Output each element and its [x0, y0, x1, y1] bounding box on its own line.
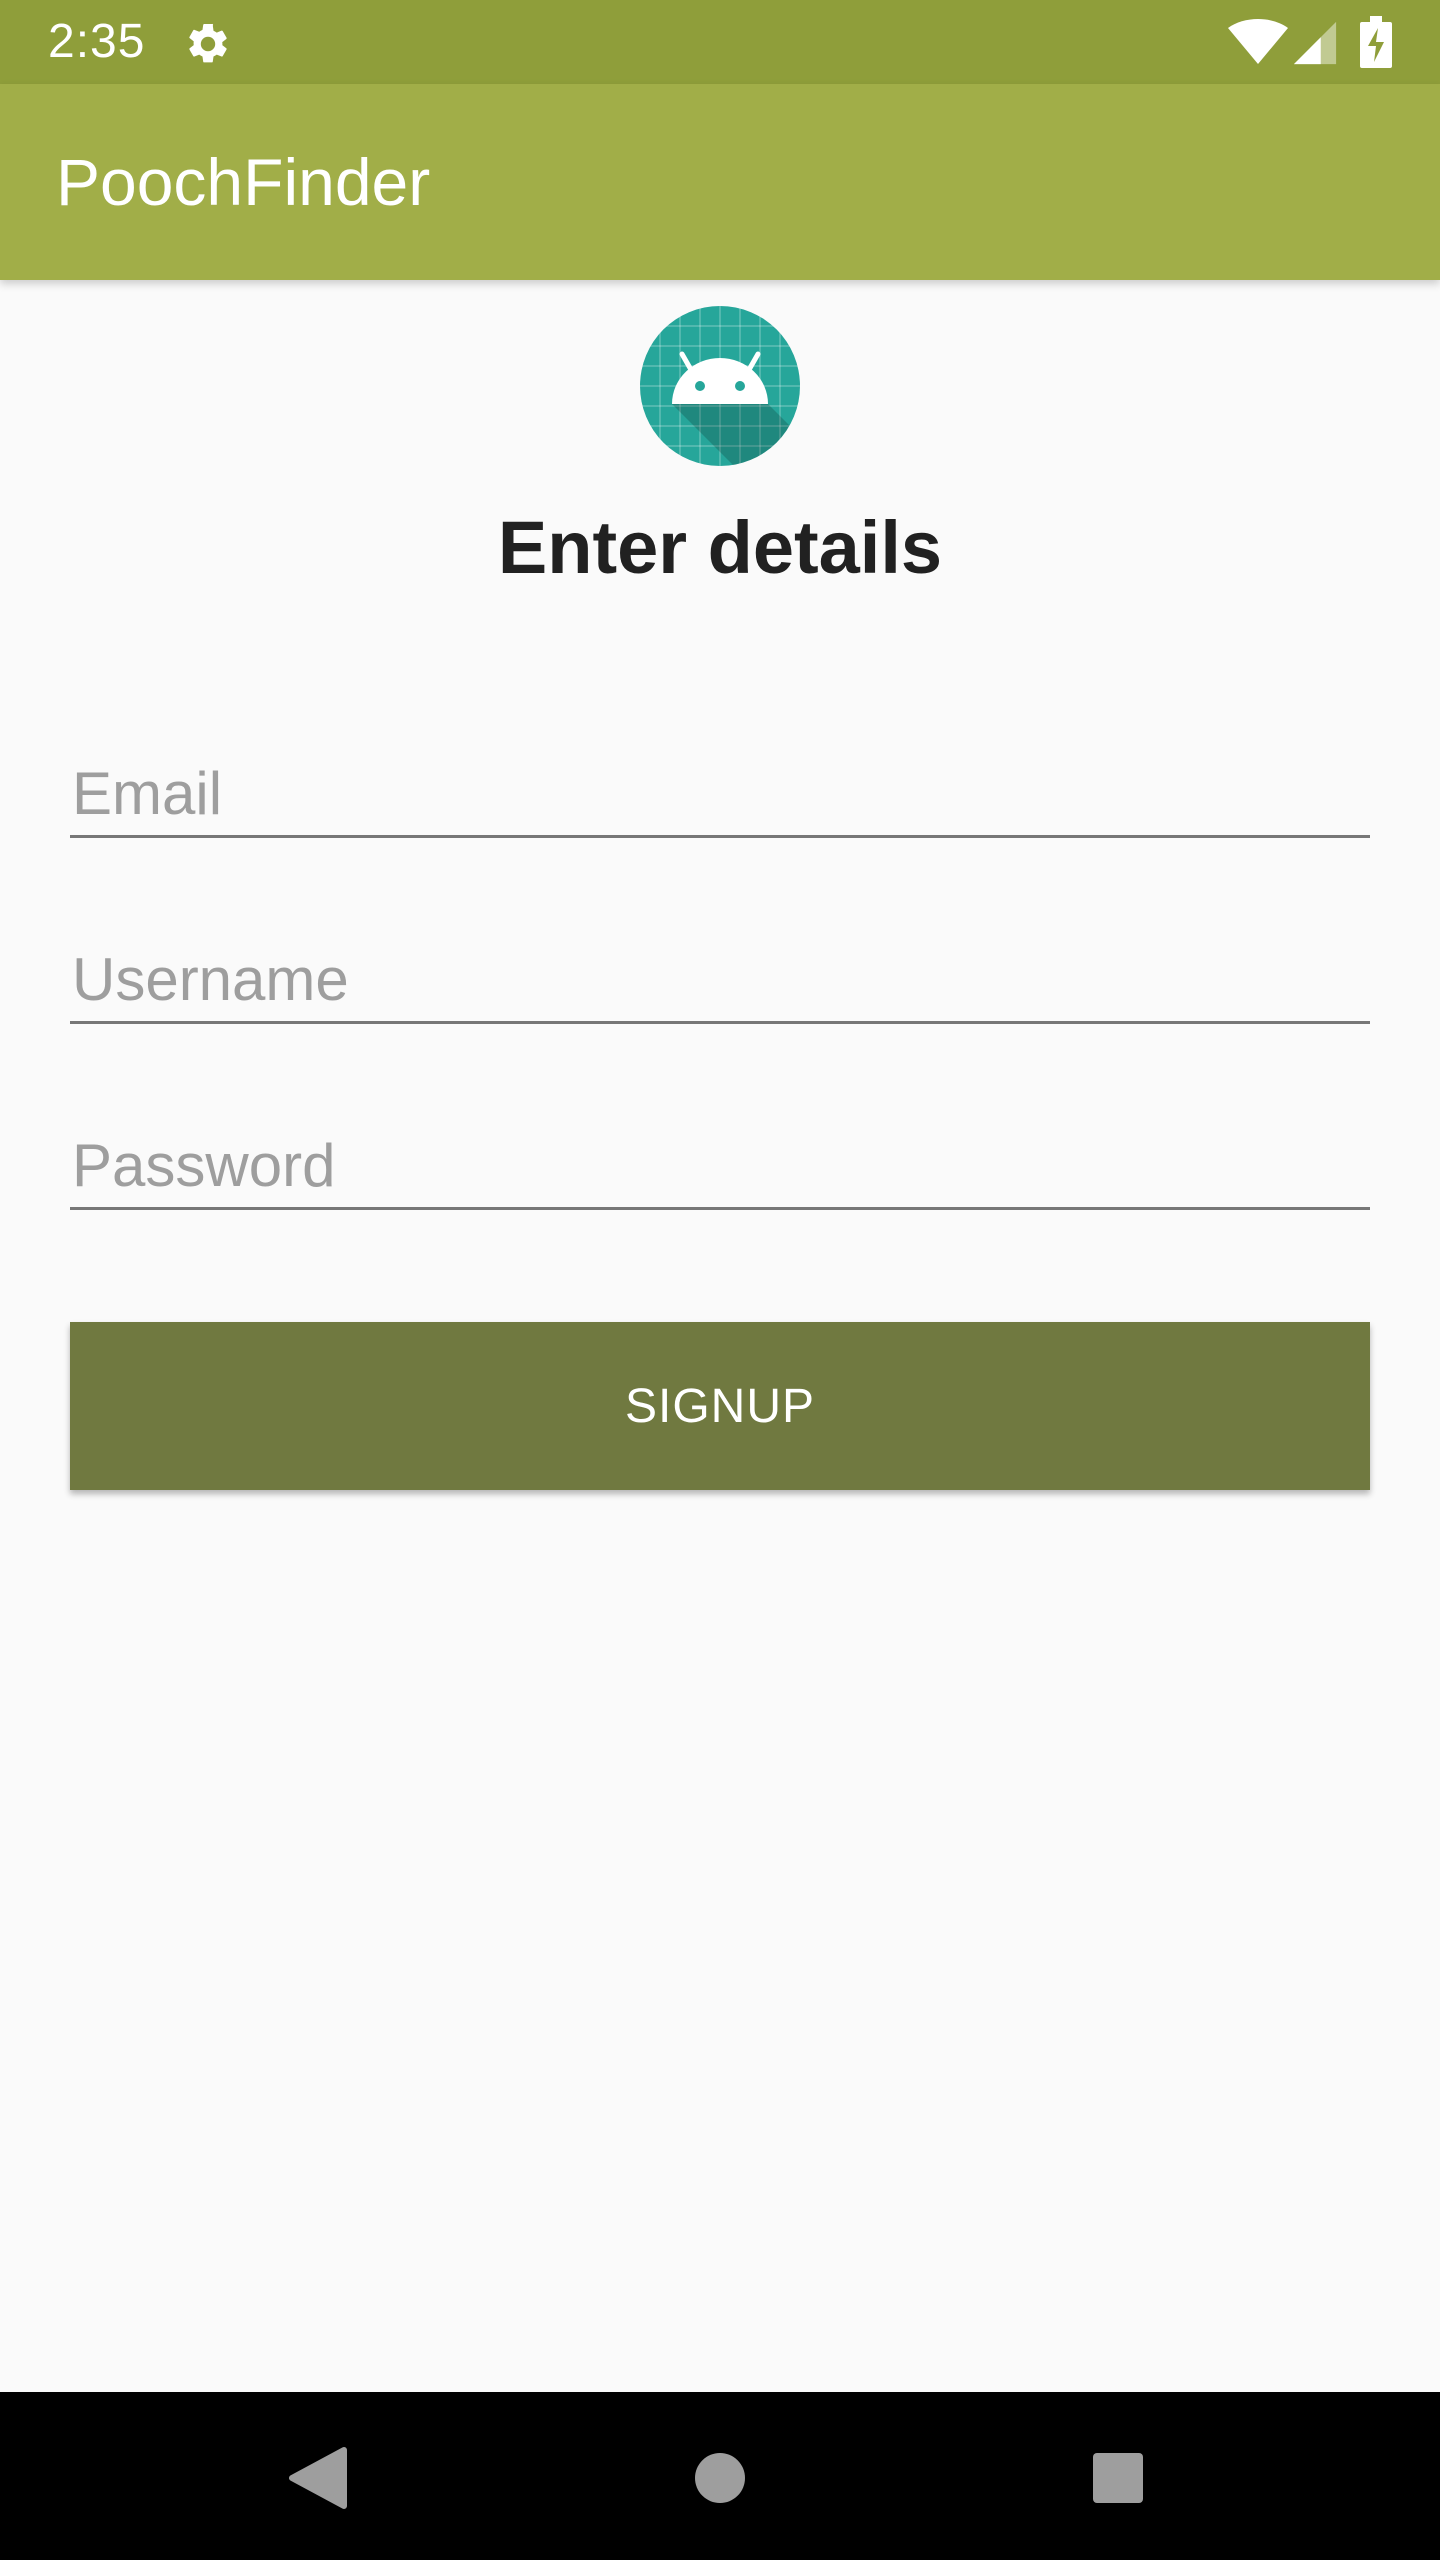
username-field[interactable]: [70, 914, 1370, 1024]
android-logo-icon: [640, 306, 800, 466]
page-heading: Enter details: [497, 506, 943, 589]
battery-charging-icon: [1360, 16, 1392, 68]
username-input[interactable]: [70, 914, 1370, 1024]
settings-gear-icon: [189, 23, 227, 63]
app-title: PoochFinder: [56, 145, 431, 219]
signup-button[interactable]: SIGNUP: [70, 1322, 1370, 1490]
email-input[interactable]: [70, 728, 1370, 838]
recents-icon[interactable]: [1092, 2452, 1144, 2504]
password-input[interactable]: [70, 1100, 1370, 1210]
username-underline: [70, 1021, 1370, 1024]
home-icon[interactable]: [694, 2452, 746, 2504]
navigation-bar: [0, 2392, 1440, 2560]
email-field[interactable]: [70, 728, 1370, 838]
password-field[interactable]: [70, 1100, 1370, 1210]
password-underline: [70, 1207, 1370, 1210]
email-underline: [70, 835, 1370, 838]
cell-signal-icon: [1293, 21, 1337, 65]
status-bar: 2:35: [0, 0, 1440, 84]
status-time: 2:35: [48, 15, 146, 68]
back-icon[interactable]: [288, 2446, 348, 2510]
app-bar: PoochFinder: [0, 84, 1440, 280]
wifi-icon: [1228, 19, 1288, 64]
